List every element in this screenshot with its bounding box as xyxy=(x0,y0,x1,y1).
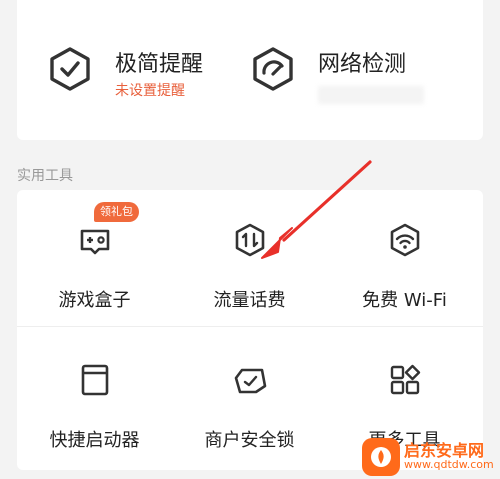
grid-more-icon xyxy=(390,364,420,395)
watermark-url: www.qdtdw.com xyxy=(404,458,494,472)
gamepad-icon xyxy=(80,229,109,255)
section-label: 实用工具 xyxy=(17,168,73,184)
tool-data-traffic-label: 流量话费 xyxy=(213,290,286,311)
site-watermark: 启东安卓网 www.qdtdw.com xyxy=(362,434,500,479)
tool-game-box-label: 游戏盒子 xyxy=(58,290,131,311)
tool-free-wifi[interactable]: 免费 Wi-Fi xyxy=(327,222,482,311)
feature-reminder[interactable]: 极简提醒 未设置提醒 xyxy=(47,46,203,99)
feature-reminder-subtitle: 未设置提醒 xyxy=(115,83,185,99)
tool-merchant-lock[interactable]: 商户安全锁 xyxy=(172,362,327,451)
row-divider xyxy=(17,326,483,327)
hex-speed-icon xyxy=(253,47,293,91)
feature-network-title: 网络检测 xyxy=(318,52,407,77)
gift-badge: 领礼包 xyxy=(94,202,139,222)
feature-network[interactable]: 网络检测 xyxy=(250,46,406,92)
tool-free-wifi-label: 免费 Wi-Fi xyxy=(362,290,447,311)
tool-launcher-label: 快捷启动器 xyxy=(49,430,140,451)
launcher-icon xyxy=(81,364,108,396)
tool-launcher[interactable]: 快捷启动器 xyxy=(17,362,172,451)
data-traffic-icon xyxy=(235,223,264,257)
hex-check-icon xyxy=(50,47,90,91)
feature-reminder-title: 极简提醒 xyxy=(115,52,204,77)
tool-game-box[interactable]: 游戏盒子 xyxy=(17,222,172,311)
tool-data-traffic[interactable]: 流量话费 xyxy=(172,222,327,311)
tool-more[interactable]: 更多工具 xyxy=(327,362,482,451)
network-status-blurred xyxy=(318,86,424,104)
watermark-title: 启东安卓网 xyxy=(404,440,485,460)
wifi-shield-icon xyxy=(390,223,419,257)
watermark-logo-icon xyxy=(362,437,400,476)
tool-merchant-lock-label: 商户安全锁 xyxy=(204,430,295,451)
merchant-lock-icon xyxy=(234,368,266,394)
